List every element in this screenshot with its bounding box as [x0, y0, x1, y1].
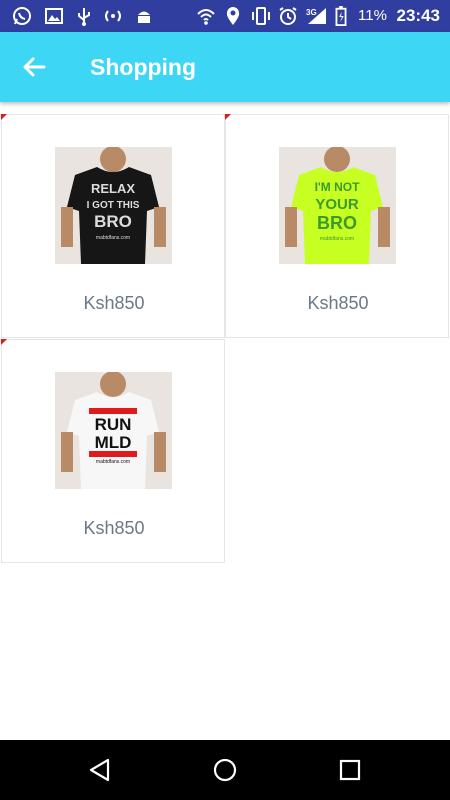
android-debug-icon — [138, 11, 150, 23]
product-price: Ksh850 — [83, 293, 145, 313]
tshirt-image: RUN MLD mabtdfans.com — [55, 372, 172, 489]
product-card[interactable]: I'M NOT YOUR BRO mabtdfans.com Ksh850 — [225, 114, 449, 338]
shirt-text-line: BRO — [317, 213, 357, 233]
battery-icon — [335, 6, 347, 26]
product-image: RELAX I GOT THIS BRO mabtdfans.com — [55, 147, 172, 264]
shirt-caption: mabtdfans.com — [96, 235, 130, 241]
status-bar: 3G 11% 23:43 — [0, 0, 450, 32]
page-title: Shopping — [90, 54, 197, 80]
whatsapp-icon — [13, 7, 31, 25]
red-stripe — [89, 408, 137, 414]
product-price: Ksh850 — [307, 293, 369, 313]
corner-badge — [1, 114, 7, 120]
app-toolbar: Shopping — [0, 32, 450, 102]
back-triangle-icon[interactable] — [86, 756, 114, 784]
product-image: I'M NOT YOUR BRO mabtdfans.com — [279, 147, 396, 264]
back-arrow-icon[interactable] — [20, 53, 48, 81]
usb-icon — [78, 8, 90, 26]
system-nav-bar — [0, 740, 450, 800]
product-image: RUN MLD mabtdfans.com — [55, 372, 172, 489]
location-icon — [226, 7, 240, 25]
clock: 23:43 — [396, 6, 440, 25]
tshirt-image: RELAX I GOT THIS BRO mabtdfans.com — [55, 147, 172, 264]
shirt-text-line: MLD — [95, 433, 132, 452]
corner-badge — [225, 114, 231, 120]
shirt-text-line: I GOT THIS — [87, 200, 140, 211]
battery-percent: 11% — [358, 7, 387, 24]
wifi-icon — [197, 9, 215, 25]
product-card[interactable]: RUN MLD mabtdfans.com Ksh850 — [1, 339, 225, 563]
product-price: Ksh850 — [83, 518, 145, 538]
shirt-caption: mabtdfans.com — [96, 459, 130, 465]
product-card[interactable]: RELAX I GOT THIS BRO mabtdfans.com Ksh85… — [1, 114, 225, 338]
shirt-text-line: RUN — [95, 415, 132, 434]
hotspot-icon — [105, 10, 121, 22]
gallery-icon — [45, 8, 63, 24]
alarm-icon — [279, 7, 297, 25]
shirt-text-line: YOUR — [315, 196, 359, 213]
tshirt-image: I'M NOT YOUR BRO mabtdfans.com — [279, 147, 396, 264]
shirt-text-line: RELAX — [91, 181, 135, 196]
vibrate-icon — [252, 7, 270, 25]
network-type-label: 3G — [306, 8, 317, 17]
shirt-text-line: I'M NOT — [315, 180, 361, 194]
shirt-text-line: BRO — [94, 212, 132, 231]
home-circle-icon[interactable] — [211, 756, 239, 784]
signal-icon: 3G — [306, 8, 326, 24]
corner-badge — [1, 339, 7, 345]
shirt-caption: mabtdfans.com — [320, 236, 354, 242]
recents-square-icon[interactable] — [336, 756, 364, 784]
red-stripe — [89, 451, 137, 457]
